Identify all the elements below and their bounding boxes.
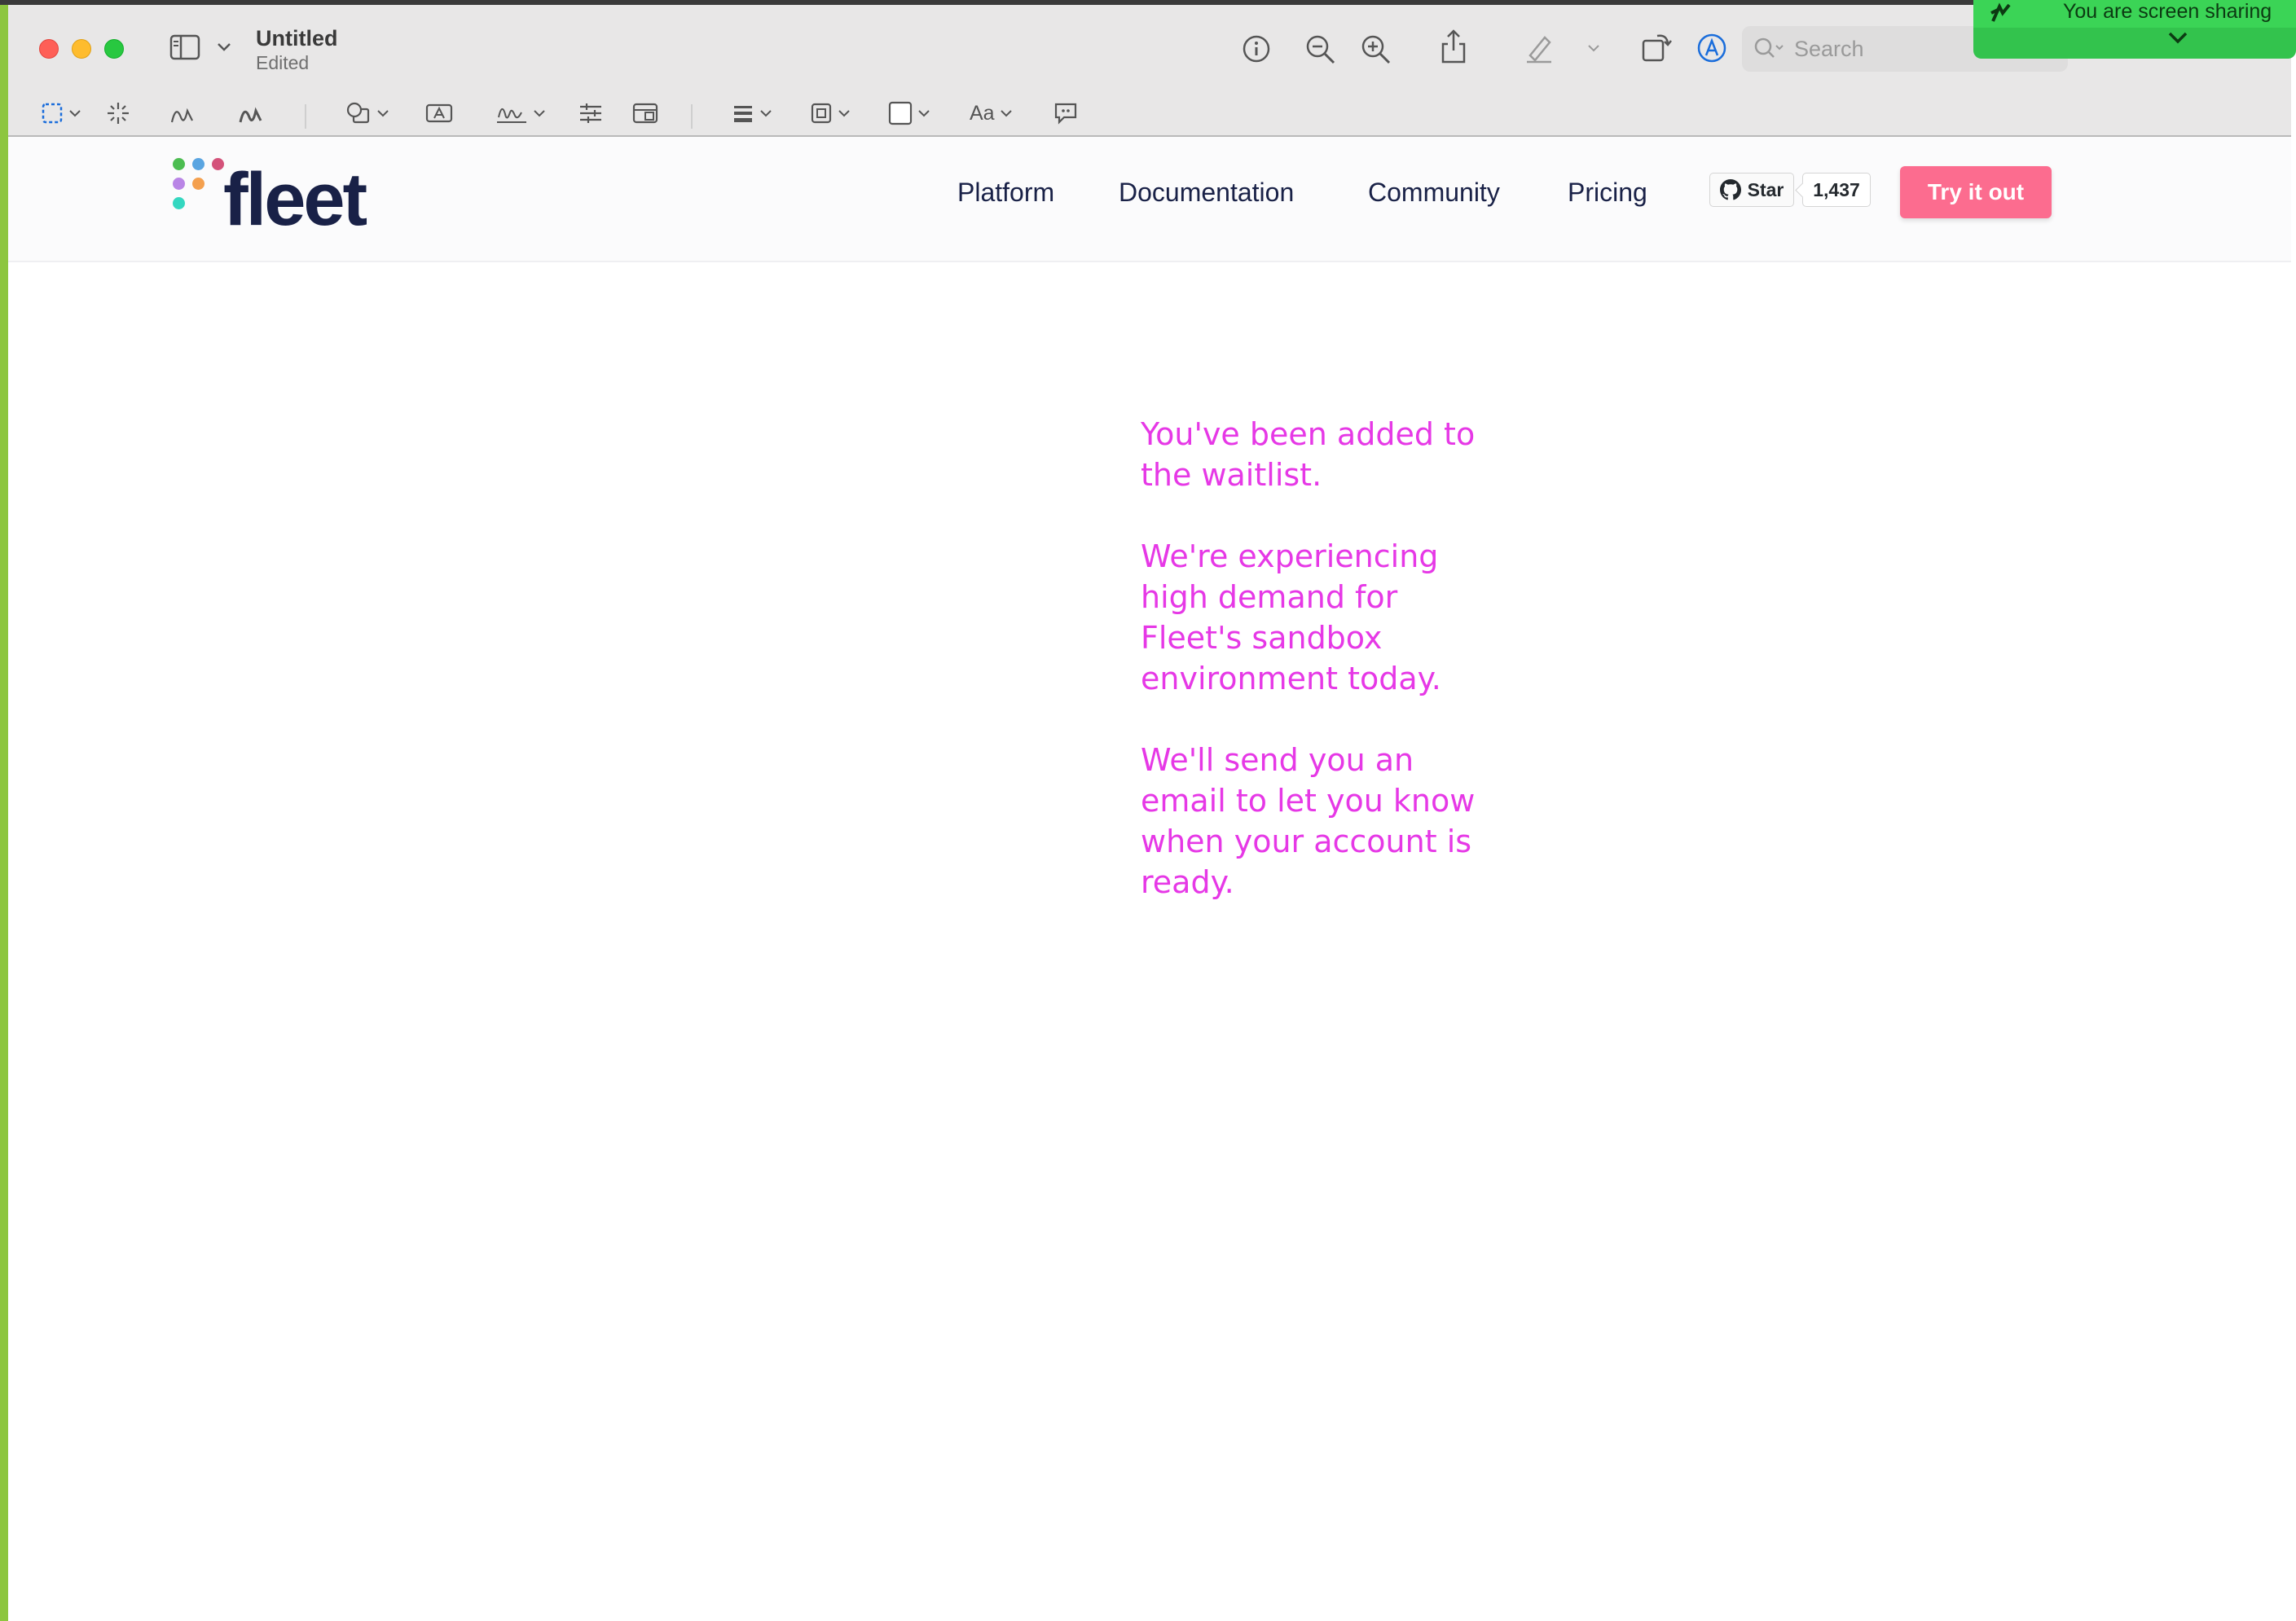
nav-link-community[interactable]: Community	[1368, 178, 1500, 208]
shapes-tool[interactable]	[345, 98, 389, 129]
sidebar-chevron-down-icon[interactable]	[217, 42, 231, 52]
close-window-button[interactable]	[39, 39, 59, 59]
chevron-down-icon	[918, 110, 930, 117]
toolbar-divider	[305, 104, 306, 129]
github-star-label: Star	[1747, 178, 1784, 200]
chevron-down-icon	[838, 110, 850, 117]
site-header: fleet Platform Documentation Community P…	[8, 137, 2291, 262]
zoom-in-icon[interactable]	[1361, 34, 1392, 65]
signature-tool[interactable]	[495, 98, 546, 129]
sliders-icon	[580, 103, 601, 123]
markup-icon[interactable]	[1696, 33, 1727, 64]
adjust-size-icon	[632, 103, 658, 124]
screen-sharing-text: You are screen sharing	[2063, 0, 2272, 23]
info-icon[interactable]	[1242, 34, 1271, 64]
logo-wordmark: fleet	[223, 158, 367, 241]
desktop-edge	[0, 0, 8, 1621]
rotate-icon[interactable]	[1641, 29, 1672, 64]
magic-wand-icon	[108, 103, 129, 124]
logo-dot	[212, 158, 224, 170]
chevron-down-icon[interactable]	[2167, 31, 2188, 46]
logo-dot	[192, 178, 205, 190]
border-color-icon	[811, 103, 832, 124]
toolbar-divider	[691, 104, 693, 129]
selection-tool[interactable]	[41, 98, 81, 129]
chevron-down-icon	[377, 110, 389, 117]
sketch-tool[interactable]	[169, 98, 196, 129]
email-notice-text: We'll send you an email to let you know …	[1141, 742, 1476, 900]
chevron-down-icon	[1000, 110, 1012, 117]
share-icon[interactable]	[1440, 29, 1467, 64]
fill-color-tool[interactable]	[888, 98, 930, 129]
fill-color-icon	[888, 101, 913, 125]
chevron-down-icon	[534, 110, 545, 117]
waitlist-confirmation-text: You've been added to the waitlist.	[1141, 416, 1476, 493]
minimize-window-button[interactable]	[72, 39, 91, 59]
screen-share-app-icon	[1990, 2, 2011, 22]
sidebar-toggle-icon[interactable]	[169, 34, 202, 60]
try-it-out-button[interactable]: Try it out	[1900, 166, 2052, 218]
github-star-button[interactable]: Star	[1709, 173, 1794, 207]
logo-dot	[192, 158, 205, 170]
speech-bubble-icon	[1054, 103, 1077, 125]
sketch-icon	[170, 108, 193, 123]
high-demand-text: We're experiencing high demand for Fleet…	[1141, 538, 1441, 696]
markup-toolbar: Aa	[8, 90, 2291, 137]
document-title[interactable]: Untitled	[256, 26, 338, 51]
nav-link-documentation[interactable]: Documentation	[1119, 178, 1294, 208]
chevron-down-icon	[69, 110, 81, 117]
fleet-logo[interactable]: fleet	[171, 155, 383, 244]
border-color-tool[interactable]	[810, 98, 851, 129]
adjust-size-tool[interactable]	[632, 98, 658, 129]
github-icon	[1719, 179, 1741, 200]
nav-link-platform[interactable]: Platform	[957, 178, 1054, 208]
zoom-window-button[interactable]	[104, 39, 124, 59]
draw-tool[interactable]	[238, 98, 264, 129]
chevron-down-icon	[760, 110, 772, 117]
font-style-label: Aa	[970, 101, 995, 125]
zoom-out-icon[interactable]	[1305, 34, 1336, 65]
github-star-count[interactable]: 1,437	[1802, 173, 1871, 207]
title-bar: Untitled Edited	[8, 5, 2291, 90]
rectangular-selection-icon	[42, 103, 63, 124]
preview-window: Untitled Edited Search Aa fleet Platform…	[8, 5, 2291, 1621]
logo-dot	[173, 178, 185, 190]
logo-dot	[173, 197, 185, 209]
search-icon	[1754, 37, 1784, 58]
shape-style-tool[interactable]	[732, 98, 772, 129]
document-status: Edited	[256, 52, 310, 73]
nav-link-pricing[interactable]: Pricing	[1568, 178, 1647, 208]
highlight-chevron-down-icon[interactable]	[1587, 44, 1600, 52]
highlight-pen-icon[interactable]	[1524, 33, 1555, 64]
logo-dot	[173, 158, 185, 170]
adjust-color-tool[interactable]	[578, 98, 603, 129]
signature-icon	[497, 108, 526, 123]
text-style-tool[interactable]: Aa	[970, 98, 1013, 129]
text-box-icon	[425, 103, 453, 123]
text-tool[interactable]	[425, 98, 453, 129]
instant-alpha-tool[interactable]	[106, 98, 130, 129]
line-weight-icon	[734, 106, 752, 122]
shapes-icon	[346, 102, 370, 124]
annotate-tool[interactable]	[1053, 98, 1079, 129]
screen-sharing-banner[interactable]: You are screen sharing	[1973, 0, 2296, 59]
web-page: fleet Platform Documentation Community P…	[8, 137, 2291, 1621]
draw-icon	[239, 107, 262, 123]
